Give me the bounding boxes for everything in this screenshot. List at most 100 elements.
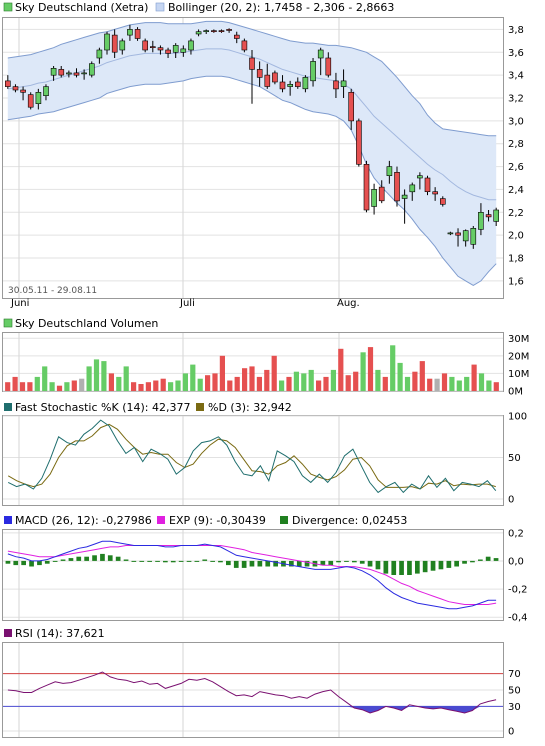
- divergence-bar: [107, 555, 113, 561]
- divergence-bar: [76, 556, 82, 561]
- price-tick-label: 2,2: [508, 208, 524, 219]
- divergence-bar: [68, 558, 74, 561]
- divergence-bar: [186, 560, 192, 562]
- divergence-bar: [462, 560, 467, 564]
- volume-bar: [79, 378, 85, 391]
- volume-bar: [153, 380, 159, 391]
- volume-y-axis: 30M 20M 10M 0M: [508, 334, 529, 398]
- divergence-bar: [29, 560, 34, 567]
- divergence-bar: [218, 560, 223, 563]
- volume-bar: [56, 385, 63, 391]
- price-tick-label: 3,4: [508, 71, 524, 82]
- divergence-bar: [454, 560, 459, 567]
- divergence-bar: [485, 556, 491, 561]
- candle-body: [172, 45, 179, 53]
- divergence-bar: [60, 559, 66, 561]
- volume-bar: [375, 369, 381, 391]
- divergence-bar: [359, 560, 365, 564]
- divergence-legend: Divergence: 0,02453: [292, 514, 407, 527]
- volume-bar: [412, 371, 418, 391]
- divergence-bar: [21, 560, 26, 566]
- candle-body: [378, 186, 385, 202]
- candle-body: [363, 164, 370, 211]
- price-tick-label: 3,0: [508, 116, 524, 127]
- stoch-tick-label: 50: [508, 453, 521, 464]
- candle: [363, 160, 370, 213]
- candle-body: [394, 172, 400, 202]
- candle-body: [401, 194, 408, 199]
- macd-legend: MACD (26, 12): -0,27986: [15, 514, 152, 527]
- candle-body: [272, 72, 278, 83]
- divergence-bar: [92, 555, 97, 561]
- divergence-bar: [430, 560, 436, 571]
- volume-bar: [471, 364, 477, 391]
- volume-bar: [49, 382, 55, 391]
- candle-body: [50, 68, 57, 76]
- volume-bar: [93, 359, 100, 391]
- divergence-bar: [178, 560, 184, 562]
- volume-panel: Sky Deutschland Volumen 30M 20M 10M 0M: [2, 317, 529, 398]
- price-tick-label: 2,0: [508, 231, 524, 242]
- candle-body: [478, 212, 484, 230]
- candle-body: [195, 31, 202, 35]
- volume-bar: [256, 376, 262, 391]
- candle-body: [5, 80, 11, 87]
- volume-bar: [249, 366, 255, 391]
- candle-body: [27, 94, 34, 108]
- candle-body: [73, 72, 80, 76]
- candle-body: [356, 120, 362, 165]
- volume-bar: [441, 373, 448, 391]
- divergence-bar: [155, 560, 160, 562]
- bollinger-legend: Bollinger (20, 2): 1,7458 - 2,306 - 2,86…: [168, 1, 394, 14]
- volume-bar: [145, 382, 151, 391]
- candle-body: [371, 189, 377, 207]
- rsi-tick-label: 0: [508, 727, 514, 738]
- volume-bar: [131, 382, 137, 391]
- volume-tick-label: 10M: [508, 369, 529, 380]
- divergence-bar: [52, 560, 58, 562]
- volume-bar: [427, 378, 433, 391]
- candle-body: [81, 72, 87, 75]
- volume-bar: [101, 361, 107, 391]
- divergence-bar: [352, 560, 357, 563]
- macd-tick-label: 0,2: [508, 528, 524, 539]
- candle-body: [226, 29, 232, 31]
- volume-bar: [227, 380, 233, 391]
- candle-body: [432, 191, 439, 195]
- volume-bar: [338, 348, 344, 391]
- rsi-tick-label: 70: [508, 669, 521, 680]
- candle-body: [249, 57, 255, 70]
- candle-body: [294, 81, 301, 87]
- candle-body: [111, 34, 118, 53]
- candle-body: [89, 63, 95, 76]
- divergence-bar: [202, 559, 208, 561]
- volume-tick-label: 30M: [508, 334, 529, 345]
- candle-body: [241, 40, 248, 51]
- divergence-bar: [478, 559, 483, 561]
- candle: [134, 27, 141, 41]
- rsi-tick-label: 50: [508, 686, 521, 697]
- volume-bar: [19, 382, 26, 391]
- volume-bar: [234, 376, 240, 391]
- candle-body: [386, 166, 393, 177]
- divergence-bar: [249, 560, 255, 567]
- candle-body: [35, 92, 42, 105]
- macd-tick-label: -0,4: [508, 613, 528, 624]
- stoch-y-axis: 100 50 0: [508, 412, 527, 506]
- volume-bar: [456, 380, 462, 391]
- divergence-bar: [131, 560, 137, 562]
- price-legend-swatch: [3, 2, 13, 12]
- volume-bar: [108, 373, 114, 391]
- month-label-juli: Juli: [179, 298, 195, 309]
- volume-tick-label: 20M: [508, 351, 529, 362]
- candle-body: [218, 30, 225, 33]
- volume-bar: [212, 373, 218, 391]
- candle-body: [66, 72, 72, 75]
- candle: [356, 118, 362, 167]
- candle: [272, 70, 278, 85]
- volume-bar: [219, 355, 225, 391]
- divergence-bar: [115, 556, 121, 561]
- divergence-bar: [328, 560, 334, 566]
- candle-body: [417, 175, 423, 179]
- rsi-panel: RSI (14): 37,621 70 50 30 0: [2, 627, 521, 738]
